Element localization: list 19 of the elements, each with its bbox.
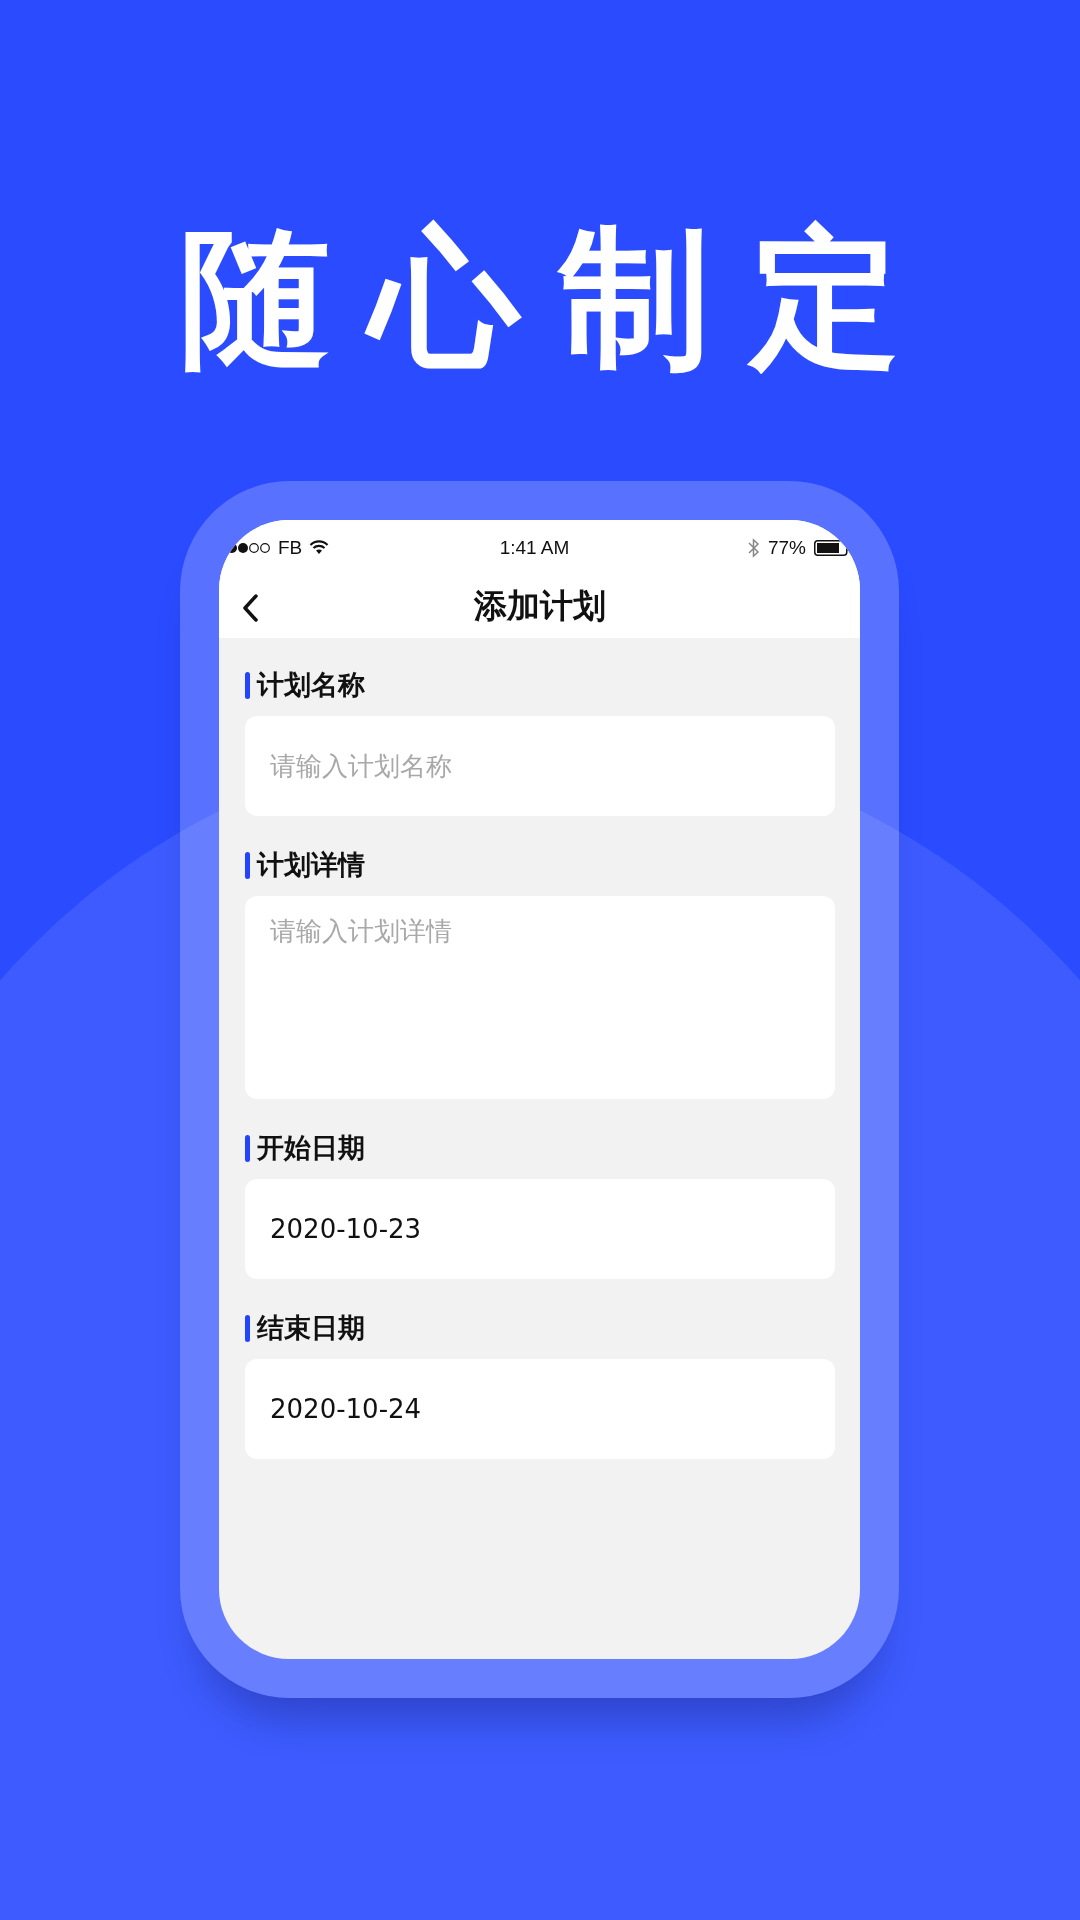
status-time: 1:41 AM (499, 536, 570, 558)
label-marker (245, 1134, 250, 1162)
input-field[interactable]: 2020-10-23 (245, 1179, 835, 1279)
input-field[interactable]: 2020-10-24 (245, 1359, 835, 1459)
battery-percent: 77% (767, 536, 806, 559)
bluetooth-icon (747, 537, 760, 558)
label-marker (245, 1314, 250, 1342)
field-label: 结束日期 (257, 1311, 365, 1345)
battery-icon (814, 539, 850, 556)
field-label: 计划详情 (257, 848, 365, 882)
headline: 随心制定 (180, 209, 940, 385)
carrier-name: FB (278, 536, 303, 559)
field-label: 开始日期 (257, 1131, 365, 1165)
page-title: 添加计划 (473, 585, 606, 627)
label-marker (245, 851, 250, 879)
label-marker (245, 671, 250, 699)
back-icon[interactable] (241, 593, 259, 623)
field-label: 计划名称 (257, 668, 365, 702)
wifi-icon (309, 540, 330, 555)
